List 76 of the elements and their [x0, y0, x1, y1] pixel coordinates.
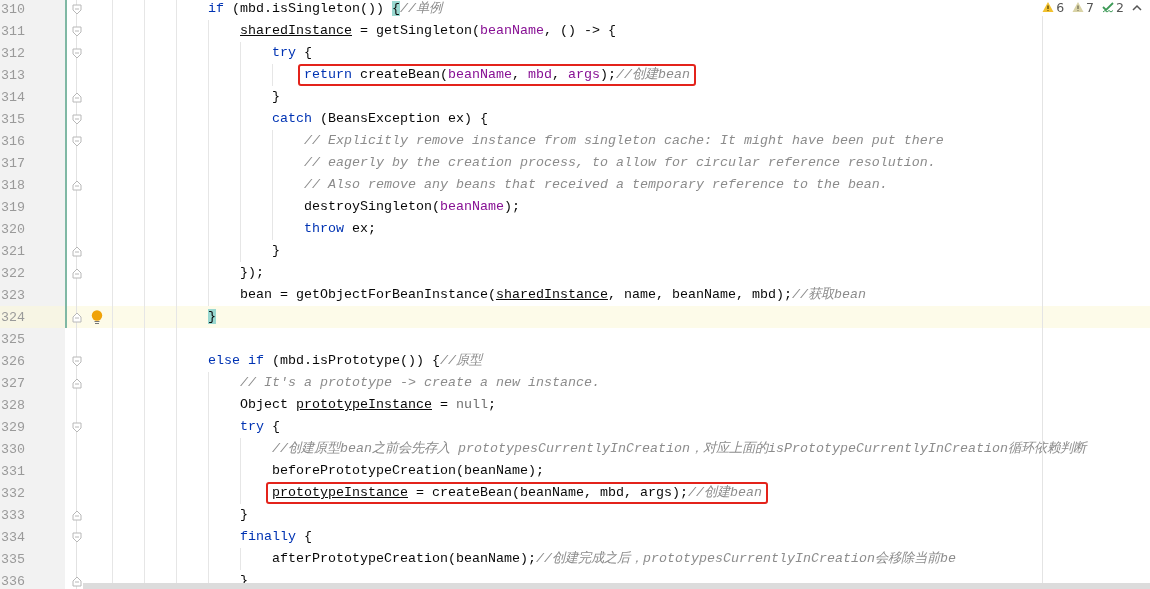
line-number: 331 — [0, 463, 25, 479]
line-number: 320 — [0, 221, 25, 237]
code-line: try { — [272, 44, 312, 62]
code-line: } — [240, 506, 248, 524]
code-line: prototypeInstance = createBean(beanName, mbd, args);//创建bean — [272, 484, 762, 502]
line-number: 313 — [0, 67, 25, 83]
fold-icon[interactable] — [72, 179, 82, 191]
line-number: 322 — [0, 265, 25, 281]
fold-icon[interactable] — [72, 91, 82, 103]
line-number: 335 — [0, 551, 25, 567]
fold-icon[interactable] — [72, 311, 82, 323]
check-icon — [1102, 1, 1115, 13]
line-number: 326 — [0, 353, 25, 369]
line-number: 316 — [0, 133, 25, 149]
code-line: afterPrototypeCreation(beanName);//创建完成之后，prototypesCurrentlyInCreation会移除当前be — [272, 550, 956, 568]
line-number: 333 — [0, 507, 25, 523]
code-line: throw ex; — [304, 220, 376, 238]
fold-icon[interactable] — [72, 509, 82, 521]
line-number: 328 — [0, 397, 25, 413]
inspection-count[interactable]: 6 — [1042, 0, 1065, 15]
fold-icon[interactable] — [72, 575, 82, 587]
fold-icon[interactable] — [72, 113, 82, 125]
line-number: 315 — [0, 111, 25, 127]
inspection-count[interactable]: 7 — [1072, 0, 1095, 15]
code-line: } — [272, 242, 280, 260]
fold-icon[interactable] — [72, 355, 82, 367]
line-number: 334 — [0, 529, 25, 545]
line-number: 332 — [0, 485, 25, 501]
code-line: if (mbd.isSingleton()) {//单例 — [208, 0, 442, 18]
code-line: // eagerly by the creation process, to allow for circular reference resolution. — [304, 154, 936, 172]
code-line: } — [272, 88, 280, 106]
code-line: // It's a prototype -> create a new instance. — [240, 374, 600, 392]
fold-icon[interactable] — [72, 245, 82, 257]
code-line: // Explicitly remove instance from singleton cache: It might have been put there — [304, 132, 944, 150]
line-number: 327 — [0, 375, 25, 391]
lightbulb-icon[interactable] — [91, 309, 103, 325]
line-number: 310 — [0, 1, 25, 17]
fold-icon[interactable] — [72, 3, 82, 15]
line-number: 318 — [0, 177, 25, 193]
line-number: 312 — [0, 45, 25, 61]
fold-icon[interactable] — [72, 531, 82, 543]
code-line: Object prototypeInstance = null; — [240, 396, 496, 414]
fold-icon[interactable] — [72, 377, 82, 389]
line-number: 317 — [0, 155, 25, 171]
chevron-up-icon[interactable] — [1132, 3, 1142, 11]
code-line: return createBean(beanName, mbd, args);//创建bean — [304, 66, 690, 84]
fold-icon[interactable] — [72, 421, 82, 433]
code-line: beforePrototypeCreation(beanName); — [272, 462, 544, 480]
line-number: 324 — [0, 309, 25, 325]
code-line: bean = getObjectForBeanInstance(sharedInstance, name, beanName, mbd);//获取bean — [240, 286, 866, 304]
line-number: 325 — [0, 331, 25, 347]
code-line: finally { — [240, 528, 312, 546]
code-line: try { — [240, 418, 280, 436]
inspection-count[interactable]: 2 — [1102, 0, 1124, 15]
code-line: catch (BeansException ex) { — [272, 110, 488, 128]
code-line: destroySingleton(beanName); — [304, 198, 520, 216]
line-number: 323 — [0, 287, 25, 303]
fold-icon[interactable] — [72, 267, 82, 279]
fold-icon[interactable] — [72, 25, 82, 37]
warning-icon — [1072, 1, 1085, 13]
code-line: // Also remove any beans that received a temporary reference to the bean. — [304, 176, 888, 194]
line-number: 336 — [0, 573, 25, 589]
line-number: 321 — [0, 243, 25, 259]
line-number: 314 — [0, 89, 25, 105]
line-number: 329 — [0, 419, 25, 435]
fold-icon[interactable] — [72, 135, 82, 147]
code-line: }); — [240, 264, 264, 282]
code-line: sharedInstance = getSingleton(beanName, () -> { — [240, 22, 616, 40]
line-number: 330 — [0, 441, 25, 457]
code-line: //创建原型bean之前会先存入 prototypesCurrentlyInCreation，对应上面的isPrototypeCurrentlyInCreation循环依赖判断 — [272, 440, 1086, 458]
warning-icon — [1042, 1, 1055, 13]
line-number: 311 — [0, 23, 25, 39]
line-number: 319 — [0, 199, 25, 215]
horizontal-scrollbar[interactable] — [83, 583, 1150, 589]
fold-icon[interactable] — [72, 47, 82, 59]
code-line: else if (mbd.isPrototype()) {//原型 — [208, 352, 482, 370]
